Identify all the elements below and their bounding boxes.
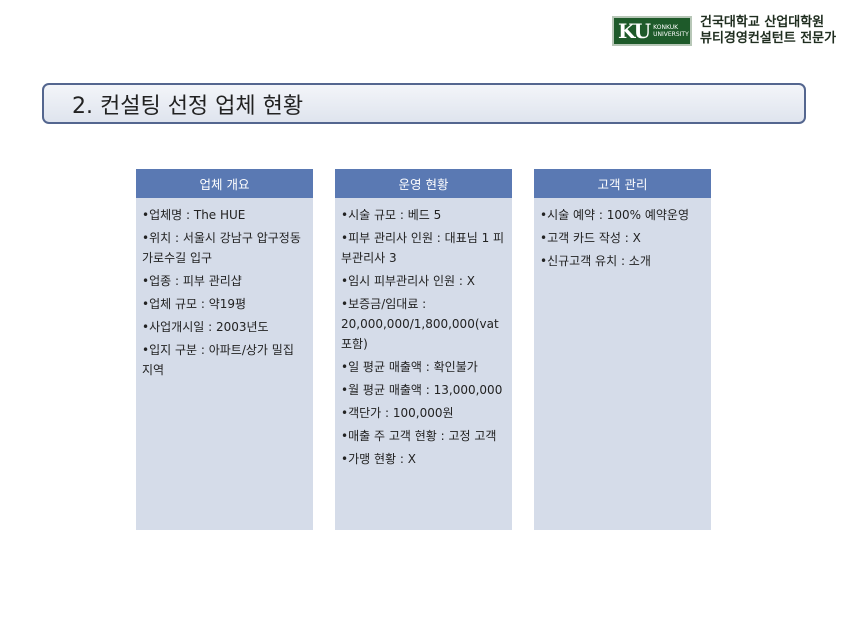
slide-title: 2. 컨설팅 선정 업체 현황 bbox=[72, 93, 304, 119]
list-item: •일 평균 매출액 : 확인불가 bbox=[341, 360, 478, 374]
list-item: •업종 : 피부 관리샵 bbox=[142, 274, 242, 288]
list-item: •시술 예약 : 100% 예약운영 bbox=[540, 208, 690, 222]
institution-line-2: 뷰티경영컨설턴트 전문가 bbox=[700, 31, 837, 46]
list-item: •가맹 현황 : X bbox=[341, 452, 416, 466]
panel-header: 고객 관리 bbox=[534, 169, 711, 198]
panel-header: 운영 현황 bbox=[335, 169, 512, 198]
logo-subtext: KONKUK UNIVERSITY bbox=[653, 24, 689, 38]
list-item: •고객 카드 작성 : X bbox=[540, 231, 641, 245]
list-item: •매출 주 고객 현황 : 고정 고객 bbox=[341, 429, 497, 443]
panel-company-overview: 업체 개요 •업체명 : The HUE •위치 : 서울시 강남구 압구정동 … bbox=[136, 169, 313, 530]
panel-customer-management: 고객 관리 •시술 예약 : 100% 예약운영 •고객 카드 작성 : X •… bbox=[534, 169, 711, 530]
panel-operation-status: 운영 현황 •시술 규모 : 베드 5 •피부 관리사 인원 : 대표님 1 피… bbox=[335, 169, 512, 530]
ku-emblem: KU KONKUK UNIVERSITY bbox=[612, 16, 692, 46]
list-item: •위치 : 서울시 강남구 압구정동 가로수길 입구 bbox=[142, 231, 301, 265]
list-item: •보증금/임대료 : 20,000,000/1,800,000(vat 포함) bbox=[341, 297, 499, 351]
logo-mark: KU bbox=[618, 19, 651, 43]
slide-title-bar: 2. 컨설팅 선정 업체 현황 bbox=[42, 83, 806, 124]
list-item: •신규고객 유치 : 소개 bbox=[540, 254, 651, 268]
list-item: •업체명 : The HUE bbox=[142, 208, 246, 222]
list-item: •임시 피부관리사 인원 : X bbox=[341, 274, 475, 288]
institution-line-1: 건국대학교 산업대학원 bbox=[700, 15, 825, 30]
panel-list: •시술 규모 : 베드 5 •피부 관리사 인원 : 대표님 1 피부관리사 3… bbox=[335, 198, 512, 469]
list-item: •월 평균 매출액 : 13,000,000 bbox=[341, 383, 503, 397]
logo-sub-line-1: KONKUK bbox=[653, 24, 679, 31]
panel-list: •업체명 : The HUE •위치 : 서울시 강남구 압구정동 가로수길 입… bbox=[136, 198, 313, 380]
list-item: •피부 관리사 인원 : 대표님 1 피부관리사 3 bbox=[341, 231, 505, 265]
list-item: •업체 규모 : 약19평 bbox=[142, 297, 247, 311]
university-logo: KU KONKUK UNIVERSITY 건국대학교 산업대학원 뷰티경영컨설턴… bbox=[612, 15, 836, 47]
list-item: •입지 구분 : 아파트/상가 밀집 지역 bbox=[142, 343, 294, 377]
list-item: •시술 규모 : 베드 5 bbox=[341, 208, 442, 222]
list-item: •객단가 : 100,000원 bbox=[341, 406, 454, 420]
list-item: •사업개시일 : 2003년도 bbox=[142, 320, 269, 334]
panel-list: •시술 예약 : 100% 예약운영 •고객 카드 작성 : X •신규고객 유… bbox=[534, 198, 711, 271]
logo-sub-line-2: UNIVERSITY bbox=[653, 31, 689, 38]
panel-header: 업체 개요 bbox=[136, 169, 313, 198]
institution-name: 건국대학교 산업대학원 뷰티경영컨설턴트 전문가 bbox=[700, 15, 836, 47]
